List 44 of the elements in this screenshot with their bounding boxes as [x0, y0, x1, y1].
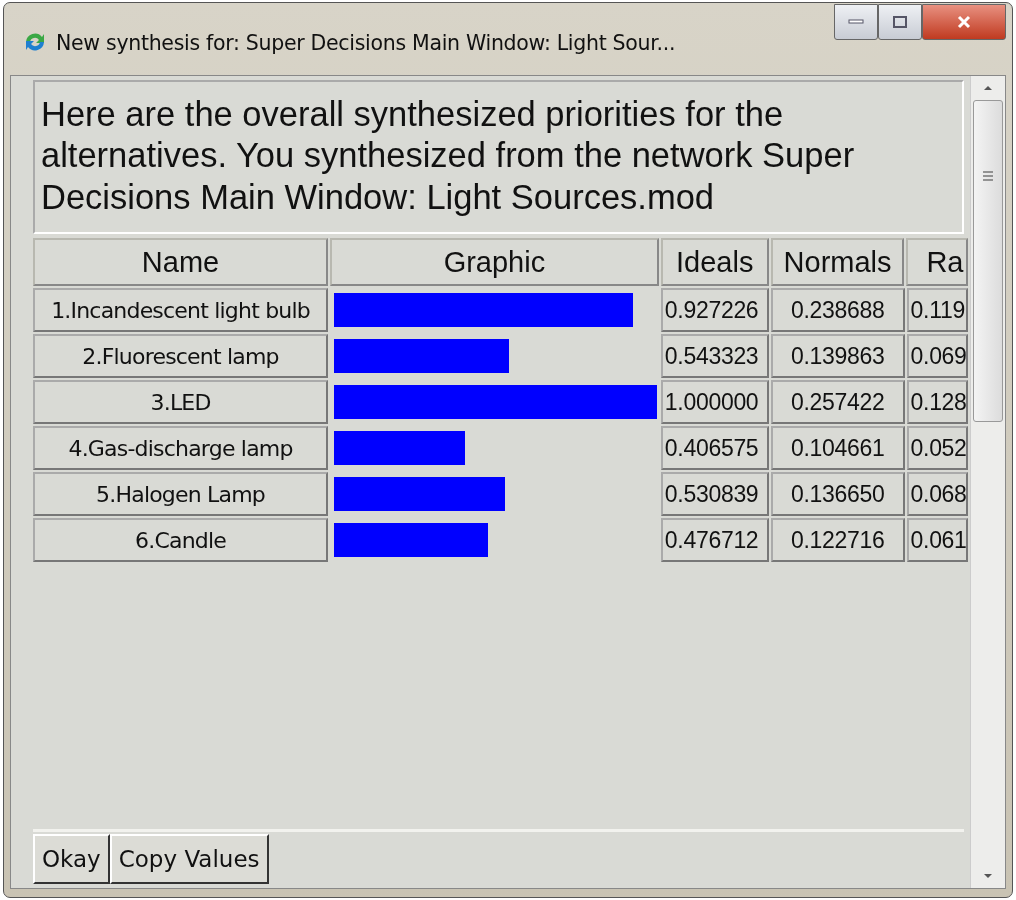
scroll-down-icon[interactable] [982, 872, 994, 880]
column-header: Graphic [330, 238, 659, 287]
table-cell: 6.Candle [33, 518, 329, 563]
table-cell: 0.927226 [660, 288, 769, 333]
scrollbar[interactable] [970, 76, 1005, 888]
dialog-button[interactable]: Copy Values [109, 834, 269, 884]
table-cell: 0.104661 [770, 426, 905, 471]
scroll-thumb[interactable] [973, 100, 1003, 422]
maximize-button[interactable] [878, 4, 922, 40]
dialog-button[interactable]: Okay [33, 834, 110, 884]
column-header: Ideals [660, 238, 769, 287]
table-cell: 0.543323 [660, 334, 769, 379]
table-cell: 4.Gas-discharge lamp [33, 426, 329, 471]
column-header: Name [33, 238, 329, 287]
table-cell: 5.Halogen Lamp [33, 472, 329, 517]
message-text: Here are the overall synthesized priorities for the alternatives. You synthesized from the network Super Decisions Main Window: Light Sources.mod [33, 80, 964, 235]
table-cell: 0.122716 [770, 518, 905, 563]
table-cell: 0.257422 [770, 380, 905, 425]
grip-icon [982, 171, 994, 181]
table-cell: 0.136650 [770, 472, 905, 517]
column-header: Ra [906, 238, 968, 287]
window-title: New synthesis for: Super Decisions Main Window: Light Sour... [56, 30, 676, 55]
close-button[interactable] [922, 4, 1006, 40]
table-cell: 0.530839 [660, 472, 769, 517]
table-cell: 0.052 [906, 426, 968, 471]
table-cell: 0.068 [906, 472, 968, 517]
table-cell: 0.476712 [660, 518, 769, 563]
minimize-icon [848, 19, 864, 25]
close-icon [956, 15, 972, 29]
maximize-icon [892, 15, 908, 29]
table-cell: 0.139863 [770, 334, 905, 379]
table-cell: 0.119 [906, 288, 968, 333]
table-cell: 1.000000 [660, 380, 769, 425]
table-cell: 0.069 [906, 334, 968, 379]
scroll-up-icon[interactable] [982, 84, 994, 92]
minimize-button[interactable] [834, 4, 878, 40]
table-cell: 0.406575 [660, 426, 769, 471]
table-cell: 0.238688 [770, 288, 905, 333]
column-header: Normals [770, 238, 905, 287]
table-cell: 0.061 [906, 518, 968, 563]
table-cell: 1.Incandescent light bulb [33, 288, 329, 333]
table-cell: 2.Fluorescent lamp [33, 334, 329, 379]
table-cell: 0.128 [906, 380, 968, 425]
table-cell: 3.LED [33, 380, 329, 425]
